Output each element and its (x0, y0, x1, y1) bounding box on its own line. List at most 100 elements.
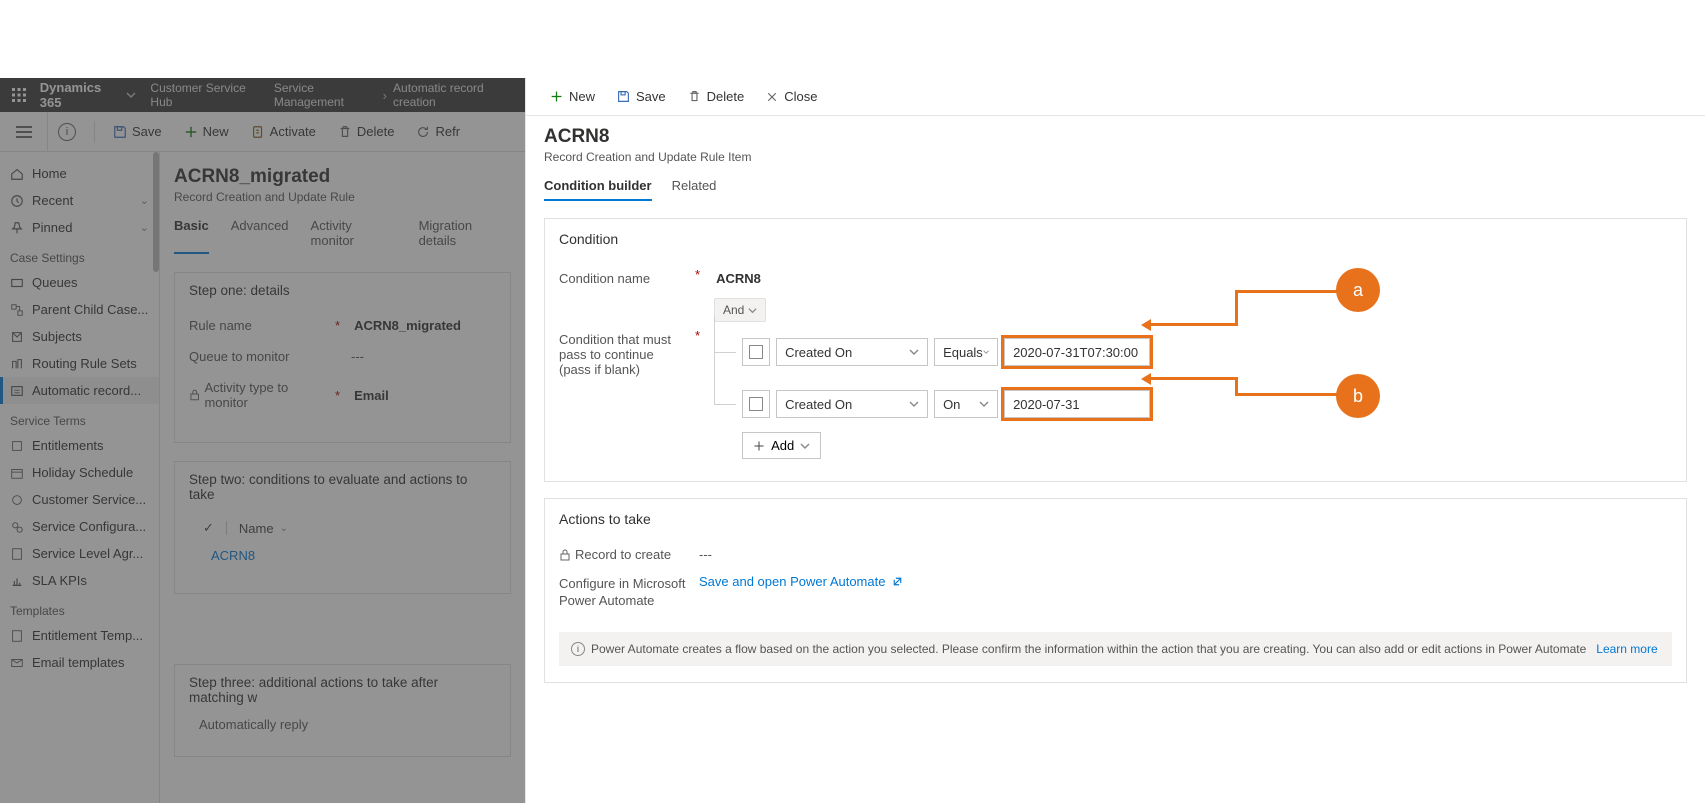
tab-advanced[interactable]: Advanced (231, 218, 289, 254)
scrollbar-thumb[interactable] (153, 152, 159, 272)
sidebar-item-routing[interactable]: Routing Rule Sets (0, 350, 159, 377)
app-name-link[interactable]: Customer Service Hub (150, 81, 259, 109)
sidebar-item-pinned[interactable]: Pinned ⌄ (0, 214, 159, 241)
save-label: Save (132, 124, 162, 139)
field-select[interactable]: Created On (776, 390, 928, 418)
panel-command-bar: New Save Delete Close (526, 78, 1705, 116)
required-asterisk: * (695, 267, 700, 282)
row-checkbox[interactable] (742, 390, 770, 418)
left-sidebar: Home Recent ⌄ Pinned ⌄ Case Settings Que… (0, 152, 160, 803)
breadcrumb-item[interactable]: Service Management (274, 81, 377, 109)
sidebar-item-entitlements[interactable]: Entitlements (0, 432, 159, 459)
sidebar-item-label: Customer Service... (32, 492, 146, 507)
lock-icon (559, 549, 571, 561)
chevron-down-icon[interactable] (126, 90, 136, 100)
condition-row-1: Created On Equals (710, 338, 1150, 366)
info-icon[interactable]: i (58, 123, 76, 141)
sidebar-item-automatic-record[interactable]: Automatic record... (0, 377, 159, 404)
operator-select-value: On (943, 397, 960, 412)
sidebar-item-sla-kpis[interactable]: SLA KPIs (0, 567, 159, 594)
sidebar-group-templates: Templates (0, 594, 159, 622)
col-name: Name (239, 521, 274, 536)
sidebar-item-label: Routing Rule Sets (32, 356, 137, 371)
info-banner: i Power Automate creates a flow based on… (559, 632, 1672, 666)
rule-name-value[interactable]: ACRN8_migrated (354, 318, 461, 333)
sidebar-item-customer-service[interactable]: Customer Service... (0, 486, 159, 513)
configure-link-text: Save and open Power Automate (699, 574, 885, 589)
chevron-down-icon: ⌄ (140, 221, 149, 234)
condition-name-value[interactable]: ACRN8 (716, 267, 761, 286)
info-text: Power Automate creates a flow based on t… (591, 642, 1586, 656)
activity-type-label: Activity type to monitor (204, 380, 329, 410)
save-open-pa-link[interactable]: Save and open Power Automate (699, 574, 904, 589)
actions-section-title: Actions to take (559, 511, 1672, 527)
tab-related[interactable]: Related (672, 178, 717, 201)
queue-value[interactable]: --- (351, 349, 364, 364)
operator-select[interactable]: Equals (934, 338, 998, 366)
brand-name[interactable]: Dynamics 365 (40, 80, 119, 110)
panel-close-label: Close (784, 89, 817, 104)
value-input-b[interactable] (1004, 390, 1150, 418)
sidebar-item-holiday[interactable]: Holiday Schedule (0, 459, 159, 486)
step-two-title: Step two: conditions to evaluate and act… (189, 472, 496, 502)
sidebar-group-service-terms: Service Terms (0, 404, 159, 432)
sidebar-item-label: Email templates (32, 655, 124, 670)
delete-label: Delete (357, 124, 395, 139)
chevron-down-icon: ⌄ (280, 523, 288, 534)
value-input-a[interactable] (1004, 338, 1150, 366)
rule-name-label: Rule name (189, 318, 252, 333)
refresh-button[interactable]: Refr (408, 120, 468, 143)
sidebar-item-subjects[interactable]: Subjects (0, 323, 159, 350)
sidebar-item-entitlement-temp[interactable]: Entitlement Temp... (0, 622, 159, 649)
breadcrumb-item[interactable]: Automatic record creation (393, 81, 517, 109)
condition-section-title: Condition (559, 231, 1672, 247)
required-asterisk: * (335, 318, 340, 333)
sidebar-item-service-config[interactable]: Service Configura... (0, 513, 159, 540)
tab-basic[interactable]: Basic (174, 218, 209, 254)
sidebar-item-label: Holiday Schedule (32, 465, 133, 480)
panel-new-button[interactable]: New (540, 85, 605, 108)
sidebar-item-sla-agr[interactable]: Service Level Agr... (0, 540, 159, 567)
sidebar-item-email-templates[interactable]: Email templates (0, 649, 159, 676)
chevron-down-icon: ⌄ (140, 194, 149, 207)
activate-button[interactable]: Activate (243, 120, 324, 143)
step-one-section: Step one: details Rule name * ACRN8_migr… (174, 272, 511, 443)
panel-delete-button[interactable]: Delete (678, 85, 755, 108)
panel-save-button[interactable]: Save (607, 85, 676, 108)
sidebar-item-queues[interactable]: Queues (0, 269, 159, 296)
field-select[interactable]: Created On (776, 338, 928, 366)
hamburger-button[interactable] (0, 112, 48, 151)
info-icon: i (571, 642, 585, 656)
step-three-title: Step three: additional actions to take a… (189, 675, 496, 705)
add-condition-button[interactable]: Add (742, 432, 821, 459)
row-checkbox[interactable] (742, 338, 770, 366)
new-label: New (203, 124, 229, 139)
sidebar-item-parent-child[interactable]: Parent Child Case... (0, 296, 159, 323)
delete-button[interactable]: Delete (330, 120, 403, 143)
auto-reply-label: Automatically reply (189, 717, 496, 732)
breadcrumb-separator: › (383, 88, 387, 103)
top-nav-bar: Dynamics 365 Customer Service Hub Servic… (0, 78, 525, 112)
configure-label: Configure in Microsoft Power Automate (559, 576, 699, 610)
list-item-link[interactable]: ACRN8 (189, 542, 496, 569)
panel-tabs: Condition builder Related (544, 178, 1687, 202)
tab-condition-builder[interactable]: Condition builder (544, 178, 652, 201)
and-group-button[interactable]: And (714, 298, 766, 322)
panel-close-button[interactable]: Close (756, 85, 827, 108)
tab-migration-details[interactable]: Migration details (419, 218, 511, 254)
sidebar-item-recent[interactable]: Recent ⌄ (0, 187, 159, 214)
list-header[interactable]: ✓ Name ⌄ (189, 514, 496, 542)
condition-section: Condition Condition name * ACRN8 And (544, 218, 1687, 482)
save-button[interactable]: Save (105, 120, 170, 143)
app-launcher-icon[interactable] (8, 83, 30, 107)
operator-select[interactable]: On (934, 390, 998, 418)
tab-activity-monitor[interactable]: Activity monitor (311, 218, 397, 254)
panel-delete-label: Delete (707, 89, 745, 104)
field-select-value: Created On (785, 397, 852, 412)
record-subtitle: Record Creation and Update Rule (174, 190, 511, 204)
new-button[interactable]: New (176, 120, 237, 143)
step-one-title: Step one: details (189, 283, 496, 298)
sidebar-item-home[interactable]: Home (0, 160, 159, 187)
sidebar-item-label: Parent Child Case... (32, 302, 148, 317)
learn-more-link[interactable]: Learn more (1596, 642, 1657, 656)
